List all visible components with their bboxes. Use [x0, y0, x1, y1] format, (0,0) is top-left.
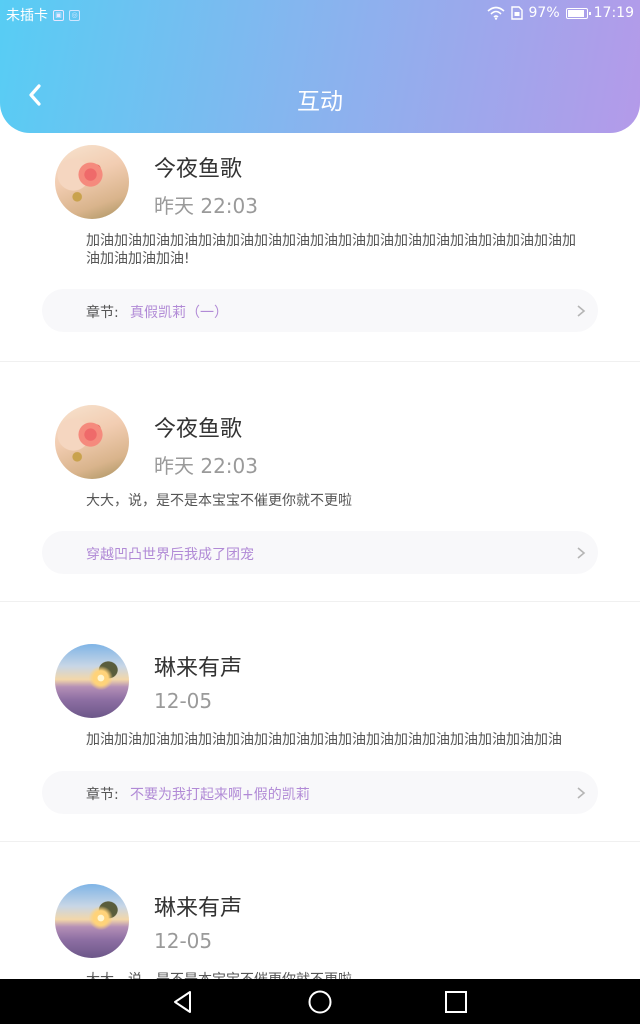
comment-time: 12-05	[154, 689, 213, 713]
comment-time: 12-05	[154, 929, 213, 953]
chapter-label: 章节:	[86, 305, 119, 321]
sim-icon	[510, 6, 523, 20]
user-name: 琳来有声	[154, 656, 243, 681]
triangle-back-icon[interactable]	[170, 989, 196, 1015]
system-nav-bar	[0, 979, 640, 1024]
chevron-right-icon	[577, 305, 586, 317]
carrier-label: 未插卡	[6, 8, 48, 24]
chapter-link[interactable]: 章节: 不要为我打起来啊+假的凯莉	[42, 771, 598, 814]
page-title: 互动	[297, 89, 343, 115]
clock: 17:19	[593, 5, 634, 21]
status-bar: 未插卡 ▣ ◎ 97% 17:19	[0, 0, 640, 28]
user-name: 今夜鱼歌	[154, 157, 243, 182]
list-item: 琳来有声 12-05 大大，说，是不是本宝宝不催更你就不更啦	[0, 841, 640, 979]
battery-percent: 97%	[528, 5, 560, 21]
comment-time: 昨天 22:03	[154, 454, 258, 478]
user-name: 今夜鱼歌	[154, 417, 243, 442]
square-recent-icon[interactable]	[443, 989, 469, 1015]
list-item: 今夜鱼歌 昨天 22:03 大大，说，是不是本宝宝不催更你就不更啦 穿越凹凸世界…	[0, 361, 640, 601]
comment-text: 大大，说，是不是本宝宝不催更你就不更啦	[86, 971, 586, 979]
comment-list[interactable]: 今夜鱼歌 昨天 22:03 加油加油加油加油加油加油加油加油加油加油加油加油加油…	[0, 133, 640, 979]
battery-icon	[565, 7, 591, 19]
list-item: 琳来有声 12-05 加油加油加油加油加油加油加油加油加油加油加油加油加油加油加…	[0, 601, 640, 841]
chapter-label: 章节:	[86, 787, 119, 803]
comment-time: 昨天 22:03	[154, 194, 258, 218]
header: 未插卡 ▣ ◎ 97% 17:19 互动	[0, 0, 640, 133]
chapter-title: 真假凯莉（一）	[130, 305, 228, 321]
user-name: 琳来有声	[154, 896, 243, 921]
comment-text: 大大，说，是不是本宝宝不催更你就不更啦	[86, 493, 352, 509]
chevron-right-icon	[577, 547, 586, 559]
chapter-link[interactable]: 章节: 真假凯莉（一）	[42, 289, 598, 332]
avatar[interactable]	[55, 405, 129, 479]
comment-text: 加油加油加油加油加油加油加油加油加油加油加油加油加油加油加油加油加油加油加油加油…	[86, 233, 576, 267]
chapter-link[interactable]: 穿越凹凸世界后我成了团宠	[42, 531, 598, 574]
avatar[interactable]	[55, 145, 129, 219]
list-item: 今夜鱼歌 昨天 22:03 加油加油加油加油加油加油加油加油加油加油加油加油加油…	[0, 133, 640, 361]
chapter-title: 不要为我打起来啊+假的凯莉	[130, 787, 310, 803]
notification-icon: ▣	[53, 9, 64, 21]
status-right: 97% 17:19	[486, 5, 634, 21]
circle-home-icon[interactable]	[307, 989, 333, 1015]
avatar[interactable]	[55, 644, 129, 718]
wifi-icon	[486, 6, 505, 20]
comment-text: 加油加油加油加油加油加油加油加油加油加油加油加油加油加油加油加油加油	[86, 732, 562, 748]
chapter-title: 穿越凹凸世界后我成了团宠	[86, 547, 254, 563]
avatar[interactable]	[55, 884, 129, 958]
app-notification-icon: ◎	[69, 9, 80, 21]
chevron-right-icon	[577, 787, 586, 799]
status-left: 未插卡 ▣ ◎	[6, 5, 80, 25]
